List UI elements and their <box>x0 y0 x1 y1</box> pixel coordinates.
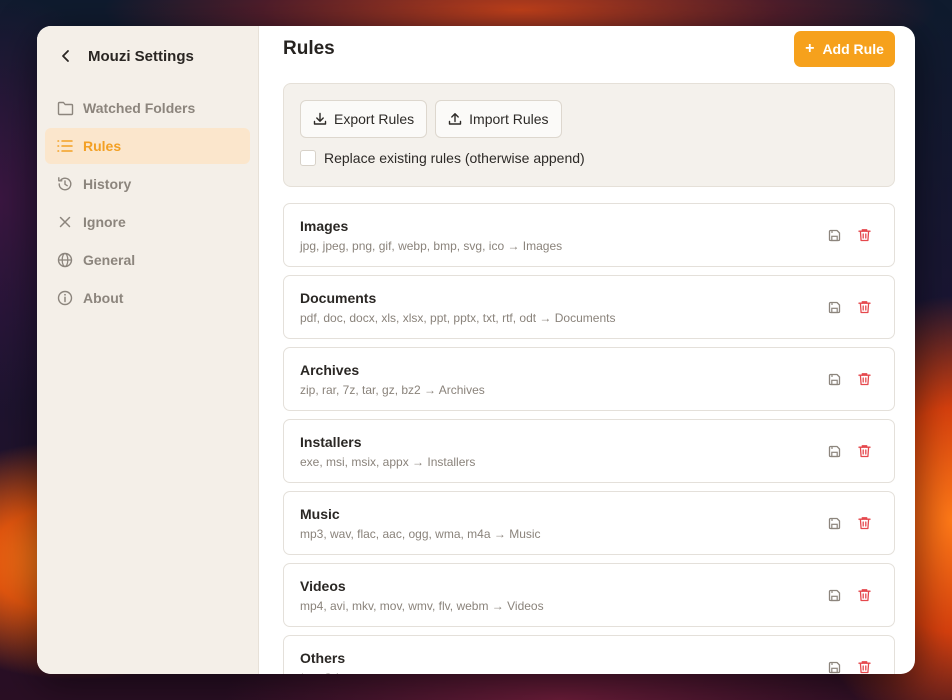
chevron-left-icon <box>62 50 69 62</box>
sidebar-item-general[interactable]: General <box>45 242 250 278</box>
rule-row[interactable]: Others * → Others <box>283 635 895 674</box>
rule-name: Archives <box>300 361 360 378</box>
rule-description: mp3, wav, flac, aac, ogg, wma, m4a → Mus… <box>300 526 541 541</box>
sidebar-item-history[interactable]: History <box>45 166 250 202</box>
sidebar-header: Mouzi Settings <box>37 44 258 68</box>
upload-icon <box>448 112 462 126</box>
import-export-buttons: Export Rules Import Rules <box>300 100 878 138</box>
rule-row[interactable]: Music mp3, wav, flac, aac, ogg, wma, m4a … <box>283 491 895 555</box>
sidebar-item-watched-folders[interactable]: Watched Folders <box>45 90 250 126</box>
rule-description: zip, rar, 7z, tar, gz, bz2 → Archives <box>300 382 485 397</box>
save-icon[interactable] <box>826 659 842 674</box>
rule-actions <box>826 299 872 315</box>
rule-description: pdf, doc, docx, xls, xlsx, ppt, pptx, tx… <box>300 310 616 325</box>
list-icon <box>56 137 74 155</box>
replace-rules-label: Replace existing rules (otherwise append… <box>324 150 585 166</box>
rule-description: * → Others <box>300 671 359 675</box>
sidebar-item-about[interactable]: About <box>45 280 250 316</box>
rule-description: jpg, jpeg, png, gif, webp, bmp, svg, ico… <box>300 238 563 253</box>
rule-info: Music mp3, wav, flac, aac, ogg, wma, m4a … <box>300 506 541 541</box>
rule-description: exe, msi, msix, appx → Installers <box>300 454 476 469</box>
import-export-panel: Export Rules Import Rules Replace existi… <box>283 83 895 187</box>
x-icon <box>56 213 74 231</box>
rule-info: Installers exe, msi, msix, appx → Install… <box>300 434 475 469</box>
trash-icon[interactable] <box>856 515 872 531</box>
rule-name: Videos <box>300 577 346 594</box>
history-icon <box>56 175 74 193</box>
sidebar-item-label: History <box>83 176 132 192</box>
export-rules-button[interactable]: Export Rules <box>300 100 428 138</box>
sidebar-item-label: Rules <box>83 138 122 154</box>
rule-actions <box>826 515 872 531</box>
rule-name: Others <box>300 649 346 666</box>
trash-icon[interactable] <box>856 443 872 459</box>
sidebar-item-label: Ignore <box>83 214 126 230</box>
save-icon[interactable] <box>826 443 842 459</box>
replace-rules-checkbox[interactable] <box>300 150 316 166</box>
save-icon[interactable] <box>826 371 842 387</box>
rule-row[interactable]: Archives zip, rar, 7z, tar, gz, bz2 → Arc… <box>283 347 895 411</box>
rule-info: Archives zip, rar, 7z, tar, gz, bz2 → Arc… <box>300 362 485 397</box>
trash-icon[interactable] <box>856 299 872 315</box>
rules-list: Images jpg, jpeg, png, gif, webp, bmp, sv… <box>283 203 895 674</box>
import-rules-label: Import Rules <box>469 111 549 127</box>
rule-name: Installers <box>300 433 362 450</box>
rule-actions <box>826 659 872 674</box>
download-icon <box>313 112 327 126</box>
rule-row[interactable]: Installers exe, msi, msix, appx → Install… <box>283 419 895 483</box>
add-rule-label: Add Rule <box>822 41 884 57</box>
save-icon[interactable] <box>826 227 842 243</box>
back-button[interactable] <box>59 46 73 66</box>
rule-name: Music <box>300 505 340 522</box>
rule-row[interactable]: Images jpg, jpeg, png, gif, webp, bmp, sv… <box>283 203 895 267</box>
rule-info: Videos mp4, avi, mkv, mov, wmv, flv, webm… <box>300 578 544 613</box>
main-content: Rules + Add Rule Export Rules Import Rul… <box>259 26 915 674</box>
trash-icon[interactable] <box>856 227 872 243</box>
sidebar: Mouzi Settings Watched Folders Rules His… <box>37 26 259 674</box>
globe-icon <box>56 251 74 269</box>
rule-actions <box>826 371 872 387</box>
settings-window: Mouzi Settings Watched Folders Rules His… <box>37 26 915 674</box>
save-icon[interactable] <box>826 587 842 603</box>
rule-info: Others * → Others <box>300 650 359 675</box>
rule-name: Documents <box>300 289 377 306</box>
info-icon <box>56 289 74 307</box>
replace-rules-option: Replace existing rules (otherwise append… <box>300 150 878 166</box>
add-rule-button[interactable]: + Add Rule <box>794 31 895 67</box>
sidebar-item-label: About <box>83 290 124 306</box>
rule-name: Images <box>300 217 349 234</box>
rule-info: Documents pdf, doc, docx, xls, xlsx, ppt,… <box>300 290 615 325</box>
main-header: Rules + Add Rule <box>283 28 895 70</box>
trash-icon[interactable] <box>856 659 872 674</box>
sidebar-item-ignore[interactable]: Ignore <box>45 204 250 240</box>
rule-info: Images jpg, jpeg, png, gif, webp, bmp, sv… <box>300 218 562 253</box>
sidebar-item-label: General <box>83 252 136 268</box>
page-title: Rules <box>283 38 335 59</box>
sidebar-nav: Watched Folders Rules History Ignore Gen… <box>37 90 258 316</box>
plus-icon: + <box>805 40 815 57</box>
save-icon[interactable] <box>826 515 842 531</box>
rule-row[interactable]: Videos mp4, avi, mkv, mov, wmv, flv, webm… <box>283 563 895 627</box>
rule-actions <box>826 587 872 603</box>
rule-actions <box>826 443 872 459</box>
app-title: Mouzi Settings <box>88 47 194 65</box>
trash-icon[interactable] <box>856 371 872 387</box>
rule-description: mp4, avi, mkv, mov, wmv, flv, webm → Vid… <box>300 598 544 613</box>
import-rules-button[interactable]: Import Rules <box>435 100 562 138</box>
folder-icon <box>56 99 74 117</box>
trash-icon[interactable] <box>856 587 872 603</box>
rule-actions <box>826 227 872 243</box>
sidebar-item-rules[interactable]: Rules <box>45 128 250 164</box>
rule-row[interactable]: Documents pdf, doc, docx, xls, xlsx, ppt,… <box>283 275 895 339</box>
save-icon[interactable] <box>826 299 842 315</box>
sidebar-item-label: Watched Folders <box>83 100 196 116</box>
export-rules-label: Export Rules <box>334 111 415 127</box>
